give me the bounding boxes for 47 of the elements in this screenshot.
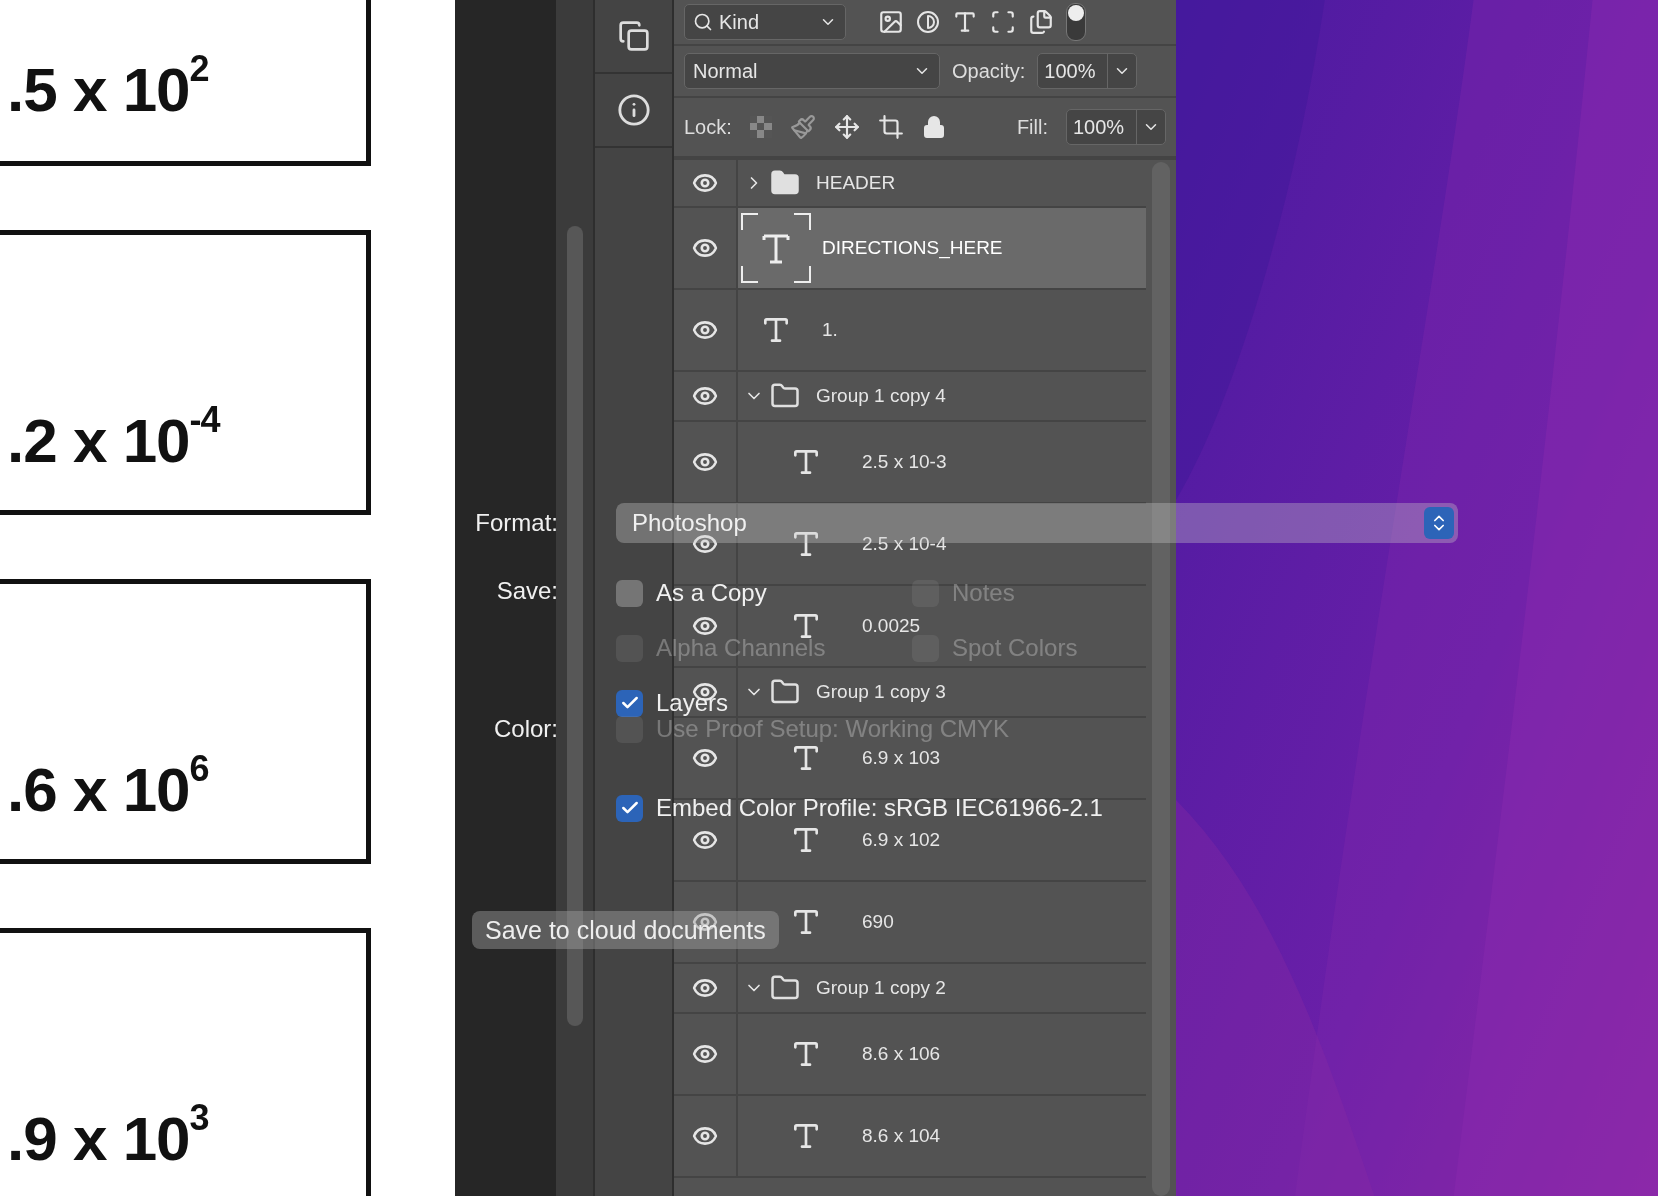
save-to-cloud-button[interactable]: Save to cloud documents xyxy=(472,911,779,949)
brush-icon[interactable] xyxy=(789,114,816,140)
scientific-number: .9 x 10$^{3}$ xyxy=(7,1103,209,1174)
adjustment-filter-icon[interactable] xyxy=(916,10,940,34)
format-label: Format: xyxy=(475,508,558,538)
layer-name[interactable]: 2.5 x 10-3 xyxy=(862,451,947,473)
layer-name[interactable]: 690 xyxy=(862,911,894,933)
layer-name[interactable]: 1. xyxy=(822,319,838,341)
type-filter-icon[interactable] xyxy=(952,9,978,35)
lock-icon[interactable] xyxy=(921,115,946,139)
scientific-number: .2 x 10$^{-4}$ xyxy=(7,405,220,476)
filter-dropdown[interactable]: Kind xyxy=(684,4,846,40)
checkbox[interactable] xyxy=(616,689,643,717)
checkbox-label[interactable]: Layers xyxy=(656,689,729,717)
text-layer-icon xyxy=(740,212,812,284)
layer-name[interactable]: 6.9 x 103 xyxy=(862,747,941,769)
layer-name[interactable]: 6.9 x 102 xyxy=(862,829,941,851)
opacity-field[interactable]: 100% xyxy=(1037,53,1138,89)
shape-filter-icon[interactable] xyxy=(990,9,1016,35)
blend-mode-dropdown[interactable]: Normal xyxy=(684,53,940,89)
search-icon xyxy=(693,12,713,32)
layer-name[interactable]: 8.6 x 104 xyxy=(862,1125,941,1147)
info-icon[interactable] xyxy=(616,93,651,127)
layer-name[interactable]: 0.0025 xyxy=(862,615,921,637)
checkbox[interactable] xyxy=(616,579,643,607)
scrollbar-track[interactable] xyxy=(1152,162,1170,1196)
layer-name[interactable]: HEADER xyxy=(816,172,896,194)
move-icon[interactable] xyxy=(833,114,860,140)
layer-name[interactable]: Group 1 copy 3 xyxy=(816,681,946,703)
lock-label: Lock: xyxy=(684,115,732,139)
opacity-label: Opacity: xyxy=(952,59,1026,83)
fill-field[interactable]: 100% xyxy=(1066,109,1166,145)
fill-label: Fill: xyxy=(1016,115,1048,139)
image-filter-icon[interactable] xyxy=(878,9,904,35)
smart-object-filter-icon[interactable] xyxy=(1028,9,1054,35)
layer-name[interactable]: Group 1 copy 2 xyxy=(816,977,946,999)
checkbox-label[interactable]: Embed Color Profile: sRGB IEC61966-2.1 xyxy=(656,794,1103,822)
scientific-number: .5 x 10$^{2}$ xyxy=(7,54,209,125)
filter-toggle[interactable] xyxy=(1066,3,1086,41)
scientific-number: .6 x 10$^{6}$ xyxy=(7,754,209,825)
checkbox[interactable] xyxy=(616,794,643,822)
layer-name[interactable]: 8.6 x 106 xyxy=(862,1043,941,1065)
layer-name[interactable]: Group 1 copy 4 xyxy=(816,385,946,407)
color-label: Color: xyxy=(493,715,558,744)
checkbox-label[interactable]: As a Copy xyxy=(656,579,767,607)
layer-name[interactable]: DIRECTIONS_HERE xyxy=(822,237,1003,259)
save-label: Save: xyxy=(496,576,558,606)
